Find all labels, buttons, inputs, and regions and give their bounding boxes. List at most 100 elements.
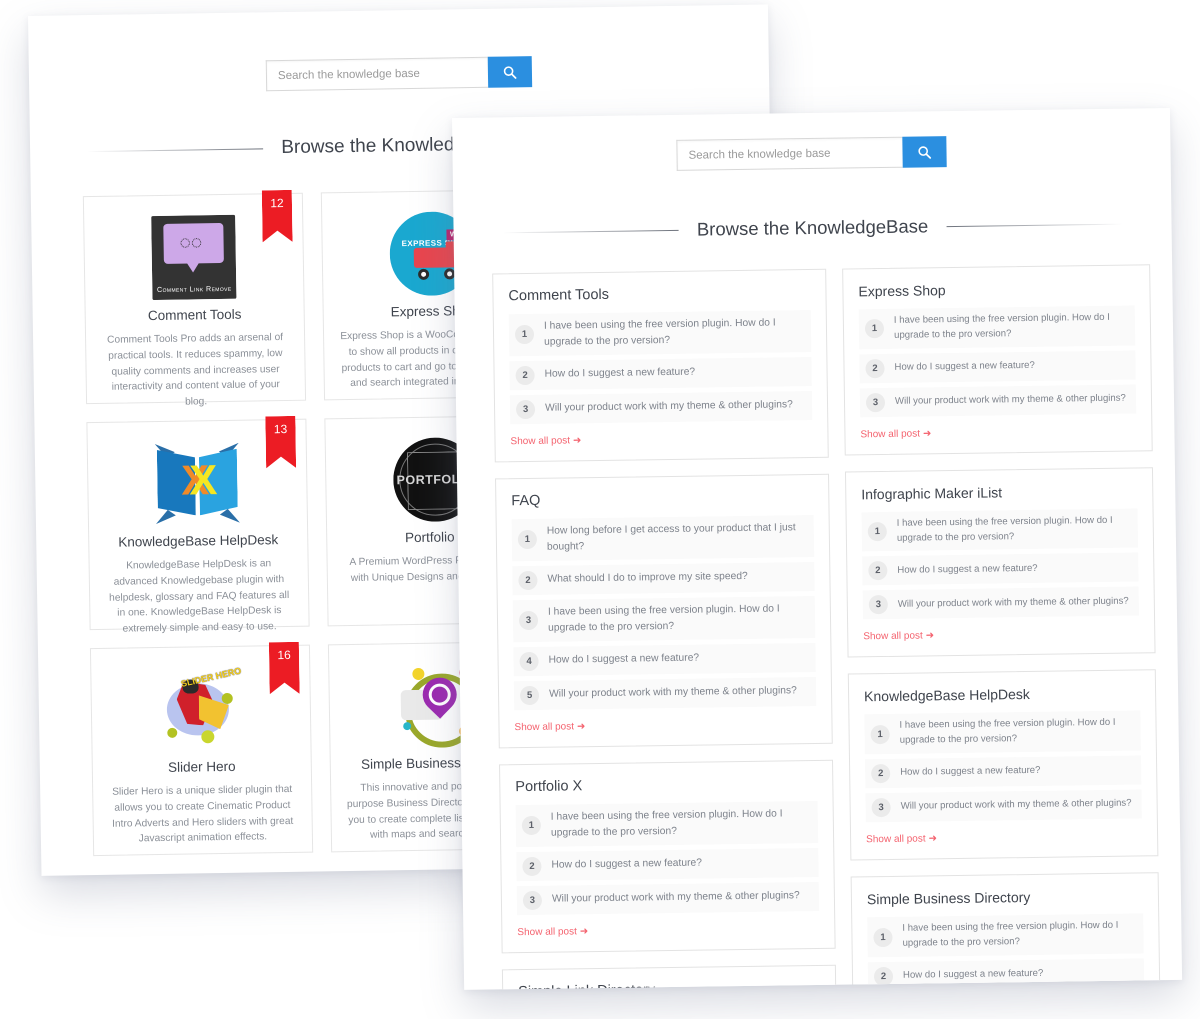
faq-question-list: 1 I have been using the free version plug… xyxy=(867,913,1145,990)
faq-question-number: 1 xyxy=(864,319,885,339)
faq-question-item[interactable]: 3 Will your product work with my theme & … xyxy=(509,390,813,425)
show-all-post-link[interactable]: Show all post ➜ xyxy=(510,435,581,447)
faq-question-text: Will your product work with my theme & o… xyxy=(894,392,1126,407)
faq-question-text: I have been using the free version plugi… xyxy=(550,808,783,839)
faq-question-text: How do I suggest a new feature? xyxy=(544,367,696,381)
faq-question-number: 3 xyxy=(871,798,891,818)
arrow-right-icon: ➜ xyxy=(925,630,935,642)
faq-card: Express Shop 1 I have been using the free … xyxy=(842,264,1153,456)
faq-question-number: 1 xyxy=(867,522,887,542)
plugin-name: KnowledgeBase HelpDesk xyxy=(118,532,279,550)
faq-question-item[interactable]: 1 I have been using the free version plug… xyxy=(508,310,812,357)
heading-rule-left xyxy=(87,147,264,152)
faq-question-number: 2 xyxy=(518,570,538,590)
faq-card: Comment Tools 1 I have been using the free… xyxy=(492,268,829,463)
faq-question-text: Will your product work with my theme & o… xyxy=(544,399,793,415)
show-all-post-link[interactable]: Show all post ➜ xyxy=(860,428,931,440)
show-all-post-label: Show all post xyxy=(517,925,577,938)
faq-question-text: I have been using the free version plugi… xyxy=(547,603,780,634)
faq-question-item[interactable]: 3 Will your product work with my theme & … xyxy=(862,586,1140,620)
faq-question-number: 5 xyxy=(519,685,540,705)
faq-question-item[interactable]: 4 How do I suggest a new feature? xyxy=(513,642,816,676)
faq-question-item[interactable]: 1 I have been using the free version plug… xyxy=(867,913,1144,958)
faq-columns: Comment Tools 1 I have been using the free… xyxy=(454,234,1182,990)
faq-question-item[interactable]: 2 How do I suggest a new feature? xyxy=(859,350,1136,384)
faq-card: Simple Link Directory1I have been using … xyxy=(501,964,839,990)
page-title: Browse the KnowledgeBase xyxy=(696,215,929,240)
search-icon xyxy=(503,65,517,79)
plugin-card[interactable]: 16 SLIDER HERO Slider Hero Slider Hero i… xyxy=(89,642,314,857)
faq-question-number: 2 xyxy=(873,966,894,987)
faq-card-title: Simple Link Directory xyxy=(518,980,820,990)
faq-question-item[interactable]: 1 How long before I get access to your pr… xyxy=(511,514,815,562)
faq-question-item[interactable]: 5 Will your product work with my theme & … xyxy=(513,676,817,710)
plugin-card[interactable]: 13 XX KnowledgeBase HelpDesk KnowledgeBa… xyxy=(86,416,310,635)
faq-question-text: I have been using the free version plugi… xyxy=(543,317,776,348)
faq-question-list: 1 How long before I get access to your pr… xyxy=(511,514,817,710)
faq-question-text: Will your product work with my theme & o… xyxy=(551,890,800,905)
show-all-post-link[interactable]: Show all post ➜ xyxy=(514,721,585,733)
arrow-right-icon: ➜ xyxy=(572,435,582,447)
heading-rule-left xyxy=(502,229,679,233)
faq-question-number: 2 xyxy=(522,856,542,876)
faq-question-text: Will your product work with my theme & o… xyxy=(548,685,797,700)
faq-question-text: How do I suggest a new feature? xyxy=(900,765,1041,779)
broken-link-icon: ◌◌ xyxy=(179,232,203,254)
faq-question-item[interactable]: 1 I have been using the free version plug… xyxy=(858,305,1136,350)
faq-question-item[interactable]: 2 How do I suggest a new feature? xyxy=(509,356,812,391)
faq-card-title: Express Shop xyxy=(858,282,946,300)
show-all-post-link[interactable]: Show all post ➜ xyxy=(866,833,937,845)
faq-question-text: I have been using the free version plugi… xyxy=(902,919,1119,949)
faq-question-text: How do I suggest a new feature? xyxy=(548,652,700,666)
show-all-post-label: Show all post xyxy=(514,721,575,733)
faq-question-item[interactable]: 2 How do I suggest a new feature? xyxy=(867,958,1145,990)
plugin-card[interactable]: 12 ◌◌ Comment Link Remove Comment Tools … xyxy=(82,190,307,408)
show-all-post-link[interactable]: Show all post ➜ xyxy=(863,631,934,643)
faq-card: KnowledgeBase HelpDesk 1 I have been using… xyxy=(847,669,1159,861)
front-window-panel: Search the knowledge base Browse the Kno… xyxy=(452,107,1183,990)
search-input[interactable]: Search the knowledge base xyxy=(676,136,903,171)
search-box: Search the knowledge base xyxy=(676,136,947,171)
faq-question-number: 1 xyxy=(514,325,535,345)
faq-question-item[interactable]: 1 I have been using the free version plug… xyxy=(515,800,819,847)
faq-question-item[interactable]: 2 How do I suggest a new feature? xyxy=(862,552,1139,586)
faq-question-text: How do I suggest a new feature? xyxy=(902,967,1044,981)
arrow-right-icon: ➜ xyxy=(579,925,589,937)
faq-column-right: Express Shop 1 I have been using the free … xyxy=(842,264,1162,990)
post-count-badge: 12 xyxy=(262,190,293,242)
post-count-badge: 13 xyxy=(265,416,296,468)
search-icon xyxy=(917,145,932,159)
post-count-badge: 16 xyxy=(269,642,300,694)
faq-question-list: 1 I have been using the free version plug… xyxy=(861,508,1140,620)
show-all-post-link[interactable]: Show all post ➜ xyxy=(517,926,588,938)
faq-question-list: 1 I have been using the free version plug… xyxy=(515,800,820,915)
faq-question-item[interactable]: 1 I have been using the free version plug… xyxy=(864,710,1141,755)
arrow-right-icon: ➜ xyxy=(922,428,932,440)
faq-question-item[interactable]: 1 I have been using the free version plug… xyxy=(861,508,1139,552)
faq-question-number: 1 xyxy=(517,530,538,550)
faq-question-number: 3 xyxy=(868,595,888,615)
front-section-heading: Browse the KnowledgeBase xyxy=(453,164,1172,244)
faq-question-item[interactable]: 2 How do I suggest a new feature? xyxy=(864,755,1142,789)
show-all-post-label: Show all post xyxy=(866,833,926,846)
faq-question-list: 1 I have been using the free version plug… xyxy=(858,305,1137,418)
faq-question-item[interactable]: 3 Will your product work with my theme & … xyxy=(516,881,820,915)
faq-question-number: 1 xyxy=(521,816,542,836)
faq-question-item[interactable]: 3 Will your product work with my theme & … xyxy=(865,789,1142,823)
faq-question-item[interactable]: 3 I have been using the free version plug… xyxy=(512,595,816,642)
search-input[interactable]: Search the knowledge base xyxy=(265,56,489,92)
faq-question-item[interactable]: 2 What should I do to improve my site spe… xyxy=(512,561,815,596)
search-button[interactable] xyxy=(487,56,533,88)
plugin-name: Slider Hero xyxy=(167,758,236,775)
plugin-description: Comment Tools Pro adds an arsenal of pra… xyxy=(107,332,284,408)
search-button[interactable] xyxy=(902,136,947,168)
faq-question-item[interactable]: 2 How do I suggest a new feature? xyxy=(516,847,819,881)
faq-question-item[interactable]: 3 Will your product work with my theme & … xyxy=(859,384,1137,418)
faq-card: Simple Business Directory 1 I have been us… xyxy=(850,872,1162,990)
show-all-post-label: Show all post xyxy=(863,630,923,643)
faq-question-list: 1 I have been using the free version plug… xyxy=(508,310,813,425)
search-box: Search the knowledge base xyxy=(265,56,533,92)
faq-question-number: 1 xyxy=(873,927,893,947)
faq-card: FAQ 1 How long before I get access to your… xyxy=(495,473,833,749)
logo-caption: Comment Link Remove xyxy=(156,283,232,295)
